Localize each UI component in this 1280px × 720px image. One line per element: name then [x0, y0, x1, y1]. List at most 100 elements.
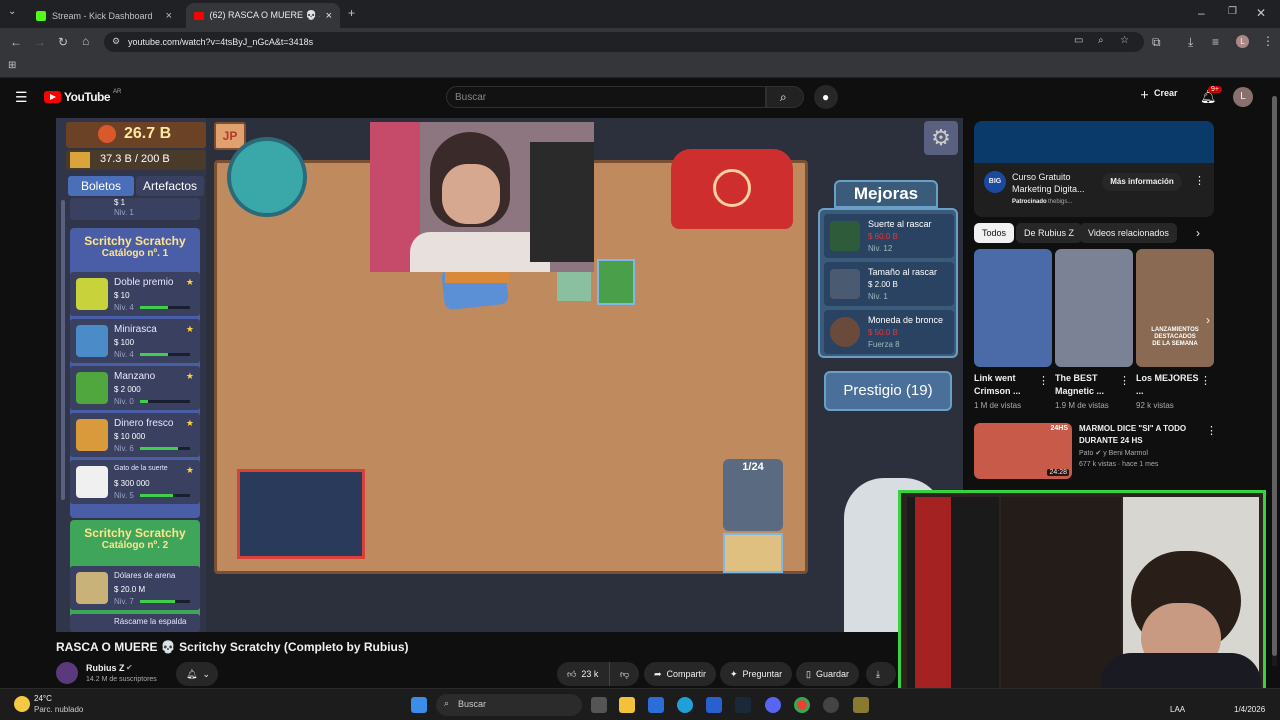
downloads-icon[interactable]: ⤓ — [1188, 35, 1193, 50]
subscribed-bell-button[interactable]: 🔔︎ ⌄ — [176, 662, 218, 686]
menu-dots-icon[interactable]: ⋮ — [1262, 34, 1274, 48]
site-info-icon[interactable]: ⚙ — [112, 36, 120, 47]
reading-list-icon[interactable]: ≡ — [1212, 35, 1219, 49]
short-menu-icon[interactable]: ⋮ — [1200, 374, 1211, 387]
hamburger-menu-icon[interactable]: ☰ — [15, 89, 28, 106]
edge-icon[interactable] — [677, 697, 693, 713]
search-input[interactable]: Buscar — [446, 86, 766, 108]
short-thumbnail-2[interactable] — [1055, 249, 1133, 367]
ticket-card[interactable]: Gato de la suerte $ 300 000 Niv. 5 ★ — [70, 460, 200, 504]
chips-next-icon[interactable]: › — [1196, 226, 1200, 240]
weather-icon[interactable] — [14, 696, 30, 712]
short-menu-icon[interactable]: ⋮ — [1119, 374, 1130, 387]
minimize-icon[interactable]: – — [1198, 6, 1205, 20]
tab-search-icon[interactable]: ⌄ — [8, 6, 16, 17]
short-thumbnail-1[interactable] — [974, 249, 1052, 367]
close-window-icon[interactable]: ✕ — [1256, 6, 1266, 20]
home-icon[interactable]: ⌂ — [82, 34, 89, 48]
robot-scratcher-icon[interactable]: 1/24 — [723, 459, 783, 531]
short-title-2[interactable]: The BEST Magnetic ... — [1055, 372, 1121, 398]
channel-name[interactable]: Rubius Z — [86, 663, 125, 673]
forward-icon[interactable]: → — [34, 35, 46, 49]
short-title-3[interactable]: Los MEJORES ... — [1136, 372, 1202, 398]
prestige-button[interactable]: Prestigio (19) — [824, 371, 952, 411]
create-button[interactable]: ＋ Crear — [1140, 88, 1178, 101]
related-menu-icon[interactable]: ⋮ — [1206, 424, 1217, 437]
scratch-ticket-tree[interactable] — [597, 259, 635, 305]
scratch-grid-ticket[interactable] — [237, 469, 365, 559]
tab-artefactos[interactable]: Artefactos — [136, 176, 204, 196]
restore-icon[interactable]: ❐ — [1228, 6, 1237, 17]
apps-grid-icon[interactable]: ⊞ — [8, 60, 16, 71]
page-scrollbar-thumb[interactable] — [1272, 96, 1277, 656]
profile-avatar[interactable]: L — [1236, 35, 1249, 48]
tab-boletos[interactable]: Boletos — [68, 176, 134, 196]
close-icon[interactable]: × — [326, 10, 332, 22]
bookmark-star-icon[interactable]: ☆ — [1120, 35, 1129, 46]
ad-menu-icon[interactable]: ⋮ — [1194, 174, 1205, 187]
upgrade-suerte-rascar[interactable]: Suerte al rascar $ 60.0 B Niv. 12 — [824, 214, 954, 258]
related-video-thumbnail[interactable]: 24HS 24:28 — [974, 423, 1072, 479]
sponsored-ad-card[interactable]: BIG Curso Gratuito Marketing Digita... P… — [974, 121, 1214, 217]
close-icon[interactable]: × — [166, 10, 172, 22]
short-thumbnail-3[interactable]: LANZAMIENTOS DESTACADOS DE LA SEMANA — [1136, 249, 1214, 367]
ticket-card-partial[interactable]: $ 1 Niv. 1 — [70, 198, 200, 220]
voice-search-button[interactable]: ● — [814, 85, 838, 109]
ticket-card[interactable]: Dinero fresco $ 10 000 Niv. 6 ★ — [70, 413, 200, 457]
account-avatar[interactable]: L — [1233, 87, 1253, 107]
save-button[interactable]: ▯ Guardar — [796, 662, 859, 686]
like-button[interactable]: 👍︎ 23 k — [557, 662, 609, 686]
download-button[interactable]: ⤓ — [866, 662, 896, 686]
tab-kick-dashboard[interactable]: Stream - Kick Dashboard × — [28, 3, 180, 28]
app-icon[interactable] — [853, 697, 869, 713]
related-video-title[interactable]: MARMOL DICE "SI" A TODO DURANTE 24 HS — [1079, 423, 1199, 447]
file-explorer-icon[interactable] — [619, 697, 635, 713]
channel-avatar[interactable] — [56, 662, 78, 684]
new-tab-icon[interactable]: + — [348, 6, 355, 20]
dislike-button[interactable]: 👎︎ — [609, 662, 639, 686]
ticket-card-rascame[interactable]: Ráscame la espalda — [70, 614, 200, 632]
reload-icon[interactable]: ↻ — [58, 35, 68, 49]
more-info-button[interactable]: Más información — [1102, 173, 1182, 191]
page-scrollbar-track[interactable] — [1272, 96, 1277, 666]
youtube-logo[interactable]: YouTube AR — [44, 89, 121, 104]
chip-de-rubius[interactable]: De Rubius Z — [1016, 223, 1083, 243]
short-title-1[interactable]: Link went Crimson ... — [974, 372, 1040, 398]
ticket-card[interactable]: Manzano $ 2 000 Niv. 0 ★ — [70, 366, 200, 410]
search-button[interactable]: ⌕ — [766, 86, 804, 108]
chrome-icon[interactable] — [794, 697, 810, 713]
language-indicator[interactable]: LAA — [1170, 705, 1185, 714]
upgrade-moneda-bronce[interactable]: Moneda de bronce $ 50.0 B Fuerza 8 — [824, 310, 954, 354]
share-button[interactable]: ➦ Compartir — [644, 662, 717, 686]
windows-start-icon[interactable] — [411, 697, 427, 713]
steam-icon[interactable] — [735, 697, 751, 713]
scratch-ticket-sand[interactable] — [723, 533, 783, 573]
back-icon[interactable]: ← — [10, 35, 22, 49]
chip-todos[interactable]: Todos — [974, 223, 1015, 243]
tab-youtube-video[interactable]: (62) RASCA O MUERE 💀 S × — [186, 3, 340, 28]
upgrade-tamano-rascar[interactable]: Tamaño al rascar $ 2.00 B Niv. 1 — [824, 262, 954, 306]
ticket-card[interactable]: Doble premio $ 10 Niv. 4 ★ — [70, 272, 200, 316]
address-bar[interactable]: ⚙ youtube.com/watch?v=4tsByJ_nGcA&t=3418… — [104, 32, 1144, 52]
discord-icon[interactable] — [765, 697, 781, 713]
store-icon[interactable] — [648, 697, 664, 713]
cast-icon[interactable]: ▭ — [1074, 35, 1083, 46]
shorts-next-icon[interactable]: › — [1206, 313, 1210, 327]
settings-gear-icon[interactable]: ⚙ — [924, 121, 958, 155]
ticket-card-dolares-arena[interactable]: Dólares de arena $ 20.0 M Niv. 7 — [70, 566, 200, 610]
task-view-icon[interactable] — [591, 697, 607, 713]
ask-button[interactable]: ✦ Preguntar — [720, 662, 793, 686]
short-menu-icon[interactable]: ⋮ — [1038, 374, 1049, 387]
chip-related[interactable]: Videos relacionados — [1080, 223, 1177, 243]
zoom-icon[interactable]: ⌕ — [1098, 35, 1104, 46]
extensions-icon[interactable]: ⧉ — [1152, 35, 1161, 50]
taskbar-search[interactable]: ⌕ Buscar — [436, 694, 582, 716]
ticket-card[interactable]: Minirasca $ 100 Niv. 4 ★ — [70, 319, 200, 363]
panel-scrollbar[interactable] — [61, 200, 65, 500]
red-phone-icon[interactable] — [671, 149, 793, 229]
date[interactable]: 1/4/2026 — [1234, 705, 1265, 714]
scratch-ticket-green[interactable] — [557, 271, 591, 301]
video-player[interactable]: 26.7 B 37.3 B / 200 B Boletos Artefactos… — [56, 118, 963, 632]
outlook-icon[interactable] — [706, 697, 722, 713]
obs-icon[interactable] — [823, 697, 839, 713]
